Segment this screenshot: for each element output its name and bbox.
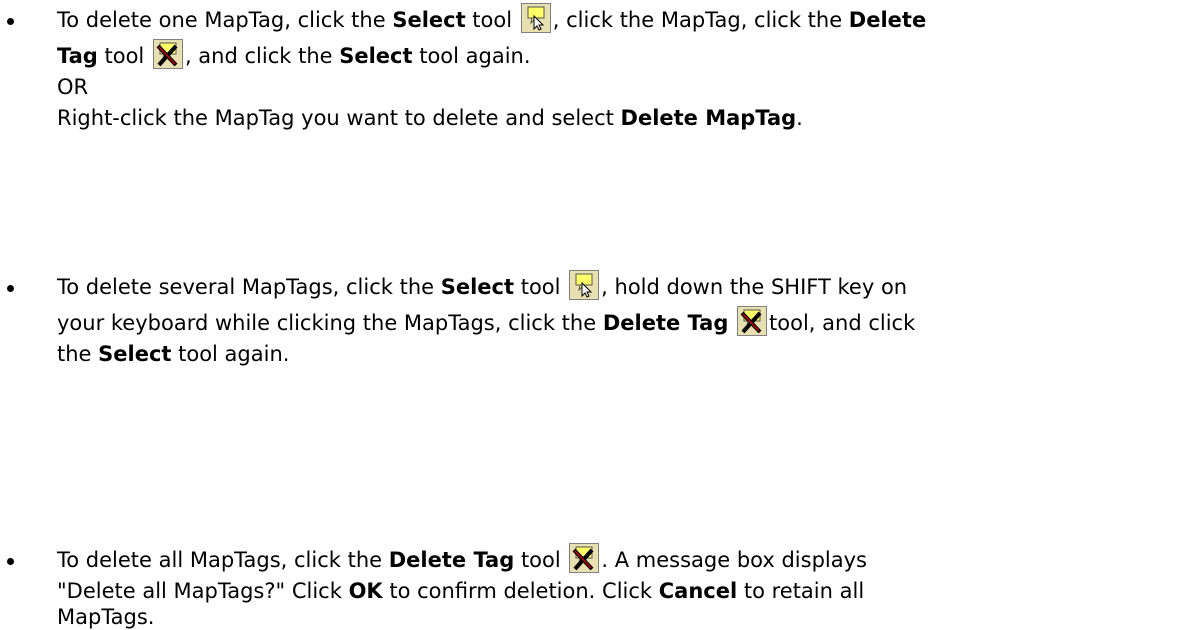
line: MapTags. [57,605,155,629]
bullet [7,18,14,25]
select-tool-icon [569,270,600,300]
list-item-delete-one: To delete one MapTag, click the Select t… [0,2,1183,136]
line: Tag tool , and click the Select tool aga… [57,38,1163,74]
line: your keyboard while clicking the MapTags… [57,305,1163,341]
line: To delete all MapTags, click the Delete … [57,542,1163,578]
bullet [7,285,14,292]
bullet [7,558,14,565]
line: To delete one MapTag, click the Select t… [57,2,1163,38]
line: OR [57,75,89,99]
line: "Delete all MapTags?" Click OK to confir… [57,579,865,603]
delete-tag-tool-icon [152,39,183,69]
list-item-delete-all: To delete all MapTags, click the Delete … [0,542,1183,630]
delete-tag-tool-icon [737,306,768,336]
delete-tag-tool-icon [569,543,600,573]
line: To delete several MapTags, click the Sel… [57,269,1163,305]
line: Right-click the MapTag you want to delet… [57,106,803,130]
help-list: To delete one MapTag, click the Select t… [0,0,1183,629]
list-item-delete-several: To delete several MapTags, click the Sel… [0,269,1183,367]
line: the Select tool again. [57,342,290,366]
select-tool-icon [520,3,551,33]
